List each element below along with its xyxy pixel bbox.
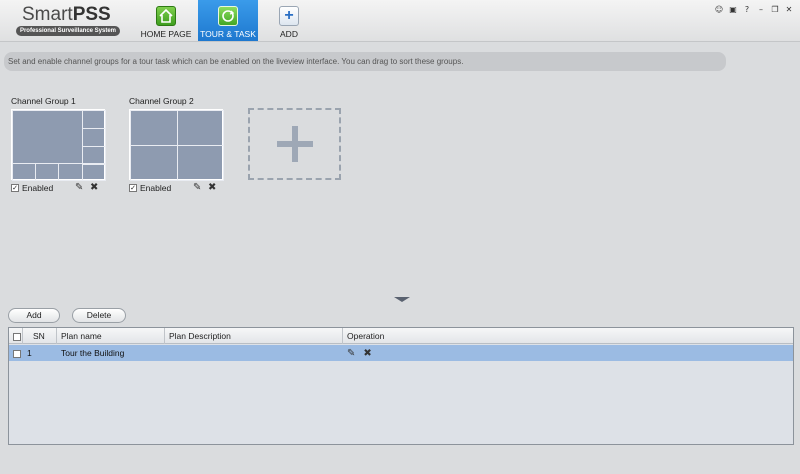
table-row[interactable]: 1 Tour the Building ✎ ✖ — [9, 345, 793, 361]
collapse-arrow-icon[interactable] — [394, 297, 410, 302]
nav-tab-home-page[interactable]: HOME PAGE — [138, 0, 194, 41]
table-header: SN Plan name Plan Description Operation — [9, 328, 793, 344]
info-hint-bar: Set and enable channel groups for a tour… — [4, 52, 726, 71]
add-plan-button[interactable]: Add — [8, 308, 60, 323]
window-controls: ☺ ▣ ? – ❐ ✕ — [714, 5, 794, 15]
header-operation[interactable]: Operation — [343, 328, 793, 344]
enabled-checkbox[interactable]: ✓ — [11, 183, 19, 192]
close-icon[interactable]: ✕ — [784, 5, 794, 15]
logo-subtitle: Professional Surveillance System — [16, 26, 120, 36]
channel-group-title: Channel Group 1 — [11, 96, 76, 106]
logo-title-pss: PSS — [72, 4, 111, 25]
channel-group-card[interactable]: Channel Group 2 ✓ Enabled ✎ ✖ — [129, 96, 225, 194]
delete-icon[interactable]: ✖ — [90, 182, 98, 194]
minimize-icon[interactable]: – — [756, 5, 766, 15]
select-all-cell — [9, 328, 23, 344]
nav-tab-home-label: HOME PAGE — [140, 29, 192, 39]
restore-icon[interactable]: ❐ — [770, 5, 780, 15]
edit-icon[interactable]: ✎ — [75, 182, 83, 194]
header-plan-name[interactable]: Plan name — [57, 328, 165, 344]
delete-icon[interactable]: ✖ — [208, 182, 216, 194]
lock-icon[interactable]: ▣ — [728, 5, 738, 15]
app-logo: SmartPSS Professional Surveillance Syste… — [10, 4, 120, 36]
nav-tab-tour-and-task[interactable]: TOUR & TASK — [198, 0, 258, 41]
row-plan-name: Tour the Building — [61, 348, 125, 358]
top-bar: SmartPSS Professional Surveillance Syste… — [0, 0, 800, 42]
logo-title-smart: Smart — [22, 4, 73, 25]
header-sn[interactable]: SN — [23, 328, 57, 344]
enabled-label: Enabled — [140, 182, 172, 193]
channel-group-layout-thumbnail[interactable] — [11, 109, 106, 181]
delete-icon[interactable]: ✖ — [363, 346, 371, 362]
header-plan-description[interactable]: Plan Description — [165, 328, 343, 344]
user-icon[interactable]: ☺ — [714, 5, 724, 15]
row-checkbox-cell — [9, 345, 23, 361]
nav-tab-add[interactable]: + ADD — [262, 0, 316, 41]
delete-plan-button[interactable]: Delete — [72, 308, 126, 323]
channel-group-card[interactable]: Channel Group 1 ✓ Enabled ✎ ✖ — [11, 96, 107, 194]
channel-group-layout-thumbnail[interactable] — [129, 109, 224, 181]
row-plan-description — [165, 345, 343, 361]
row-checkbox[interactable] — [13, 349, 21, 358]
home-icon — [156, 6, 176, 26]
enabled-label: Enabled — [22, 182, 54, 193]
enabled-checkbox[interactable]: ✓ — [129, 183, 137, 192]
tour-refresh-icon — [218, 6, 238, 26]
help-icon[interactable]: ? — [742, 5, 752, 15]
select-all-checkbox[interactable] — [13, 332, 21, 341]
edit-icon[interactable]: ✎ — [347, 346, 355, 362]
row-sn: 1 — [27, 348, 32, 358]
channel-group-title: Channel Group 2 — [129, 96, 194, 106]
nav-tab-add-label: ADD — [280, 29, 298, 39]
add-channel-group-button[interactable] — [248, 108, 341, 180]
row-operation: ✎ ✖ — [343, 345, 793, 361]
tour-plan-table: SN Plan name Plan Description Operation … — [8, 327, 794, 445]
edit-icon[interactable]: ✎ — [193, 182, 201, 194]
plus-icon — [276, 126, 313, 162]
plus-icon: + — [279, 6, 299, 26]
nav-tab-tour-label: TOUR & TASK — [200, 29, 256, 39]
